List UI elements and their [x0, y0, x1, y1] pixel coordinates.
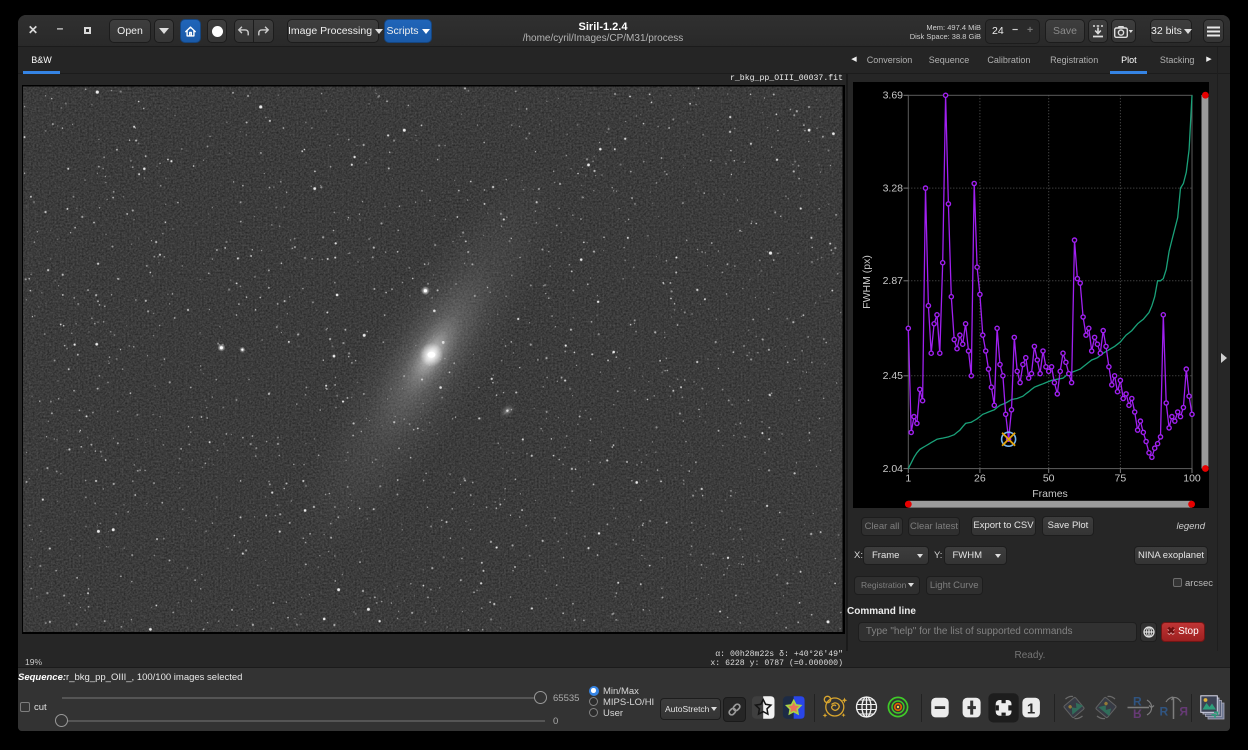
svg-text:100: 100 [1183, 473, 1201, 485]
svg-text:FWHM (px): FWHM (px) [861, 255, 873, 309]
svg-text:2.04: 2.04 [883, 463, 904, 475]
svg-text:R: R [1179, 705, 1188, 719]
svg-text:26: 26 [974, 473, 986, 485]
svg-text:1: 1 [905, 473, 911, 485]
svg-text:R: R [1133, 707, 1142, 721]
svg-text:2.45: 2.45 [883, 370, 904, 382]
svg-text:3.28: 3.28 [883, 182, 904, 194]
svg-text:75: 75 [1115, 473, 1127, 485]
svg-text:R: R [1160, 705, 1169, 719]
svg-text:3.69: 3.69 [883, 90, 904, 102]
svg-text:Frames: Frames [1032, 488, 1068, 500]
svg-text:50: 50 [1043, 473, 1055, 485]
svg-text:1: 1 [1027, 700, 1035, 717]
svg-text:R: R [1133, 695, 1142, 709]
svg-text:2.87: 2.87 [883, 275, 904, 287]
